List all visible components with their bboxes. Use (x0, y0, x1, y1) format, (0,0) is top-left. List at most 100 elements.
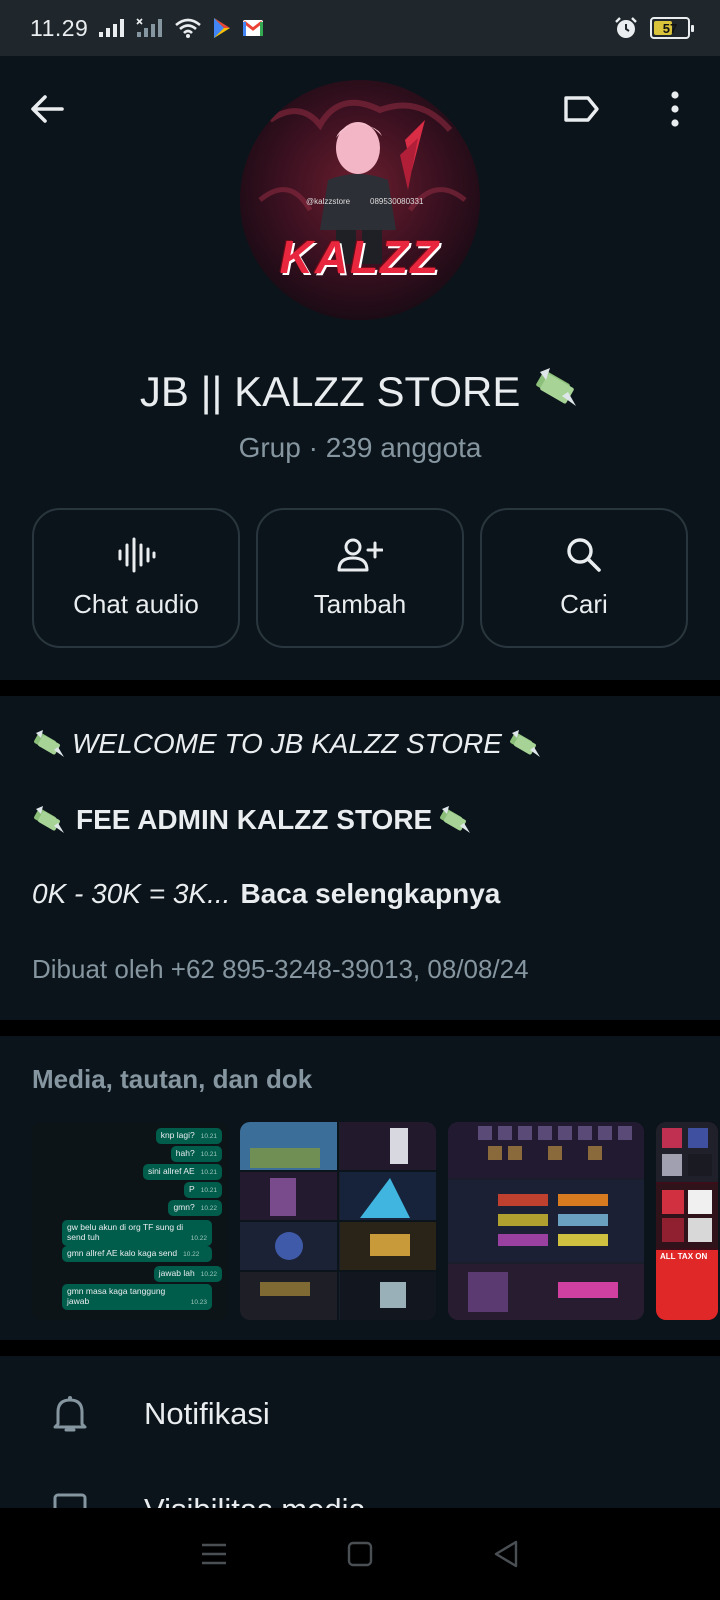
alarm-icon (615, 17, 637, 38)
notifications-item[interactable]: Notifikasi (0, 1364, 720, 1464)
chat-bubble: gmn allref AE kalo kaga send 10.22 (62, 1246, 212, 1262)
description-fee-text: 0K - 30K = 3K... (32, 878, 231, 909)
menu-icon[interactable] (200, 1542, 228, 1566)
more-vertical-icon (671, 91, 679, 127)
media-thumbnails: knp lagi? 10.21 hah? 10.21 sini allref AE 10.… (32, 1122, 718, 1320)
system-nav-bar (0, 1508, 720, 1600)
chat-bubble-time: 10.22 (200, 1205, 217, 1213)
chat-bubble: jawab lah 10.22 (153, 1266, 222, 1282)
tax-info-label: ALL TAX ON (660, 1252, 708, 1261)
chat-bubble: gmn masa kaga tanggung jawab 10.23 (62, 1284, 212, 1310)
section-divider (0, 680, 720, 696)
chat-bubble-text: jawab lah (158, 1268, 195, 1278)
more-options-button[interactable] (650, 84, 700, 134)
play-store-icon (214, 18, 231, 38)
add-member-button[interactable]: Tambah (256, 508, 464, 648)
chat-audio-button[interactable]: Chat audio (32, 508, 240, 648)
gmail-icon (243, 20, 264, 36)
status-bar: 11.29 57 (0, 0, 720, 56)
add-member-label: Tambah (313, 588, 407, 619)
chat-bubble-time: 10.22 (190, 1235, 207, 1243)
quick-actions: Chat audio Tambah Cari (32, 508, 688, 648)
chat-bubble-time: 10.22 (200, 1271, 217, 1279)
chat-bubble: gmn? 10.22 (168, 1200, 222, 1216)
media-thumb-partial[interactable]: ALL TAX ON (656, 1122, 718, 1320)
money-wings-icon (536, 368, 577, 406)
search-label: Cari (560, 588, 608, 619)
chat-audio-label: Chat audio (73, 588, 199, 619)
group-description[interactable]: WELCOME TO JB KALZZ STORE FEE ADMIN KALZ… (0, 696, 720, 1020)
arrow-left-icon (31, 95, 64, 123)
media-thumb-chat-screenshot[interactable]: knp lagi? 10.21 hah? 10.21 sini allref AE 10.… (32, 1122, 228, 1320)
chat-bubble: P 10.21 (184, 1182, 222, 1198)
group-avatar[interactable]: @kalzzstore 089530080331 KALZZ (240, 80, 480, 320)
chat-bubble-time: 10.23 (190, 1299, 207, 1307)
chat-bubble-text: sini allref AE (147, 1166, 195, 1176)
description-line-3: 0K - 30K = 3K... Baca selengkapnya (32, 878, 500, 910)
add-person-icon (337, 538, 383, 571)
avatar-logo-text: KALZZ (279, 231, 441, 283)
money-wings-icon (34, 806, 64, 833)
media-section-title[interactable]: Media, tautan, dan dok (32, 1064, 312, 1095)
battery-icon: 57 (650, 17, 694, 39)
label-tag-icon (564, 96, 599, 122)
game-screenshot-image (240, 1122, 436, 1320)
group-name: JB || KALZZ STORE (0, 366, 720, 416)
group-name-text: JB || KALZZ STORE (139, 368, 521, 415)
inventory-screenshot-image (448, 1122, 644, 1320)
search-icon (567, 537, 601, 572)
section-divider (0, 1340, 720, 1356)
notifications-label: Notifikasi (144, 1396, 270, 1431)
chat-bubble: knp lagi? 10.21 (155, 1128, 222, 1144)
chat-bubble: hah? 10.21 (170, 1146, 222, 1162)
avatar-handle: @kalzzstore (306, 197, 351, 206)
media-visibility-label: Visibilitas media (144, 1492, 366, 1508)
status-time: 11.29 (30, 14, 89, 41)
group-subtitle: Grup · 239 anggota (238, 432, 482, 463)
home-square-icon[interactable] (347, 1541, 373, 1567)
created-by-text: Dibuat oleh +62 895-3248-39013, 08/08/24 (32, 954, 529, 984)
money-wings-icon (510, 730, 540, 757)
chat-bubble: sini allref AE 10.21 (142, 1164, 222, 1180)
media-thumb-game-screenshot[interactable] (240, 1122, 436, 1320)
chat-bubble-text: P (189, 1184, 195, 1194)
chat-bubble-time: 10.21 (200, 1169, 217, 1177)
money-wings-icon (34, 730, 64, 757)
audio-wave-icon (118, 537, 156, 572)
bell-icon (53, 1396, 87, 1432)
read-more-link[interactable]: Baca selengkapnya (240, 878, 500, 910)
wifi-icon (175, 18, 202, 38)
battery-level: 57 (662, 20, 678, 36)
chat-bubble-time: 10.22 (183, 1251, 200, 1259)
chat-bubble-text: knp lagi? (160, 1130, 195, 1140)
signal-x-icon (136, 18, 163, 37)
image-icon (53, 1493, 87, 1508)
description-welcome: WELCOME TO JB KALZZ STORE (72, 728, 502, 759)
chat-bubble-text: gmn? (173, 1202, 195, 1212)
chat-bubble-time: 10.21 (200, 1187, 217, 1195)
media-thumb-inventory-screenshot[interactable] (448, 1122, 644, 1320)
signal-icon (99, 19, 125, 37)
money-wings-icon (440, 806, 471, 833)
media-section: Media, tautan, dan dok knp lagi? 10.21 hah… (0, 1036, 720, 1340)
description-line-2: FEE ADMIN KALZZ STORE (32, 804, 472, 836)
chat-bubble-text: gw belu akun di org TF sung di send tuh (67, 1222, 184, 1242)
back-button[interactable] (22, 84, 72, 134)
description-fee-title: FEE ADMIN KALZZ STORE (76, 804, 433, 835)
chat-bubble: gw belu akun di org TF sung di send tuh 1… (62, 1220, 212, 1246)
chat-bubble-time: 10.21 (200, 1133, 217, 1141)
media-visibility-item[interactable]: Visibilitas media (0, 1460, 720, 1508)
tax-info-image (656, 1122, 718, 1320)
chat-bubble-time: 10.21 (200, 1151, 217, 1159)
search-button[interactable]: Cari (480, 508, 688, 648)
description-line-1: WELCOME TO JB KALZZ STORE (32, 728, 542, 760)
group-profile-header: @kalzzstore 089530080331 KALZZ JB || KAL… (0, 56, 720, 680)
avatar-phone: 089530080331 (370, 197, 424, 206)
section-divider (0, 1020, 720, 1036)
avatar-character-image (258, 99, 467, 264)
label-button[interactable] (556, 84, 606, 134)
settings-list: Notifikasi Visibilitas media (0, 1356, 720, 1508)
chat-bubble-text: hah? (175, 1148, 195, 1158)
chat-bubble-text: gmn allref AE kalo kaga send (67, 1248, 178, 1258)
back-triangle-icon[interactable] (492, 1540, 520, 1568)
